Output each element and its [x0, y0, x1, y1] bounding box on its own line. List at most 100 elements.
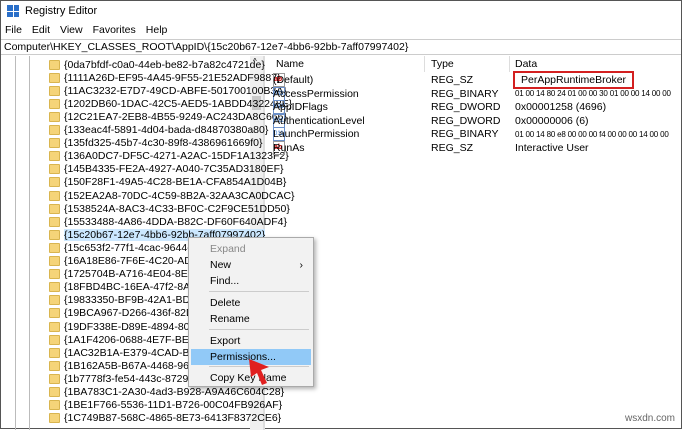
value-data: 0x00001258 (4696): [515, 101, 607, 113]
window-title: Registry Editor: [25, 5, 98, 17]
tree-item-label: {136A0DC7-DF5C-4271-A2AC-15DF1A1323F2}: [64, 150, 289, 163]
value-data: PerAppRuntimeBroker: [512, 71, 635, 89]
menu-help[interactable]: Help: [146, 24, 168, 36]
folder-icon: [49, 282, 60, 293]
address-bar[interactable]: Computer\HKEY_CLASSES_ROOT\AppID\{15c20b…: [1, 39, 681, 55]
tree-item[interactable]: {145B4335-FE2A-4927-A040-7C35AD3180EF}: [49, 163, 284, 176]
menu-item-label: Delete: [210, 297, 241, 309]
tree-item[interactable]: {15c653f2-77f1-4cac-9644-656: [49, 241, 208, 254]
value-type: REG_BINARY: [431, 128, 499, 140]
tree-item[interactable]: {11AC3232-E7D7-49CD-ABFE-501700100B3A}: [49, 84, 287, 97]
folder-icon: [49, 387, 60, 397]
menu-item-delete[interactable]: Delete: [191, 295, 311, 311]
value-type: REG_SZ: [431, 141, 474, 154]
value-name: LaunchPermission: [273, 128, 360, 140]
values-pane: Name Type Data ab (Default) REG_SZ PerAppRu…: [269, 56, 681, 428]
folder-icon: [49, 203, 60, 214]
tree-item-label: {1538524A-8AC3-4C33-BF0C-C2F9CE51DD50}: [64, 202, 290, 215]
value-row[interactable]: ab RunAs REG_SZ Interactive User: [269, 140, 681, 155]
tree-item-label: {12C21EA7-2EB8-4B55-9249-AC243DA8C666}: [64, 110, 287, 123]
tree-item-label: {15c653f2-77f1-4cac-9644-656: [64, 241, 209, 254]
folder-icon: [49, 216, 60, 227]
folder-icon: [49, 373, 60, 384]
folder-icon: [49, 295, 60, 306]
folder-icon: [49, 347, 60, 358]
menu-bar: File Edit View Favorites Help: [1, 21, 681, 39]
folder-icon: [49, 321, 60, 332]
tree-item[interactable]: {1AC32B1A-E379-4CAD-B655-: [49, 346, 211, 359]
tree-item-label: {11AC3232-E7D7-49CD-ABFE-501700100B3A}: [64, 84, 287, 97]
tree-item[interactable]: {12C21EA7-2EB8-4B55-9249-AC243DA8C666}: [49, 110, 287, 123]
value-name: (Default): [273, 74, 314, 86]
value-row[interactable]: 011 AuthenticationLevel REG_DWORD 0x0000000…: [269, 113, 681, 128]
tree-item[interactable]: {0da7bfdf-c0a0-44eb-be82-b7a82c4721de}: [49, 58, 265, 71]
folder-icon: [49, 256, 60, 266]
menu-item-export[interactable]: Export: [191, 333, 311, 349]
menu-item-label: New: [210, 259, 232, 271]
value-type: REG_SZ: [431, 74, 474, 86]
value-type: REG_DWORD: [431, 101, 501, 113]
menu-item-label: Export: [210, 335, 241, 347]
folder-icon: [49, 269, 60, 280]
menu-file[interactable]: File: [5, 24, 22, 36]
tree-item[interactable]: {135fd325-45b7-4c30-89f8-4386961669f0}: [49, 137, 263, 150]
menu-item-label: Find...: [210, 275, 240, 287]
tree-item-label: {135fd325-45b7-4c30-89f8-4386961669f0}: [64, 137, 263, 150]
folder-icon: [49, 242, 60, 253]
folder-icon: [49, 400, 60, 411]
tree-item[interactable]: {152EA2A8-70DC-4C59-8B2A-32AA3CA0DCAC}: [49, 189, 295, 202]
value-name: AccessPermission: [273, 87, 359, 100]
folder-icon: [49, 59, 60, 70]
value-row[interactable]: ab (Default) REG_SZ PerAppRuntimeBroker: [269, 71, 681, 89]
tree-item-label: {1202DB60-1DAC-42C5-AED5-1ABDD432248E}: [64, 97, 293, 110]
tree-item[interactable]: {1b7778f3-fe54-443c-8729-1e7: [49, 372, 209, 385]
tree-item[interactable]: {133eac4f-5891-4d04-bada-d84870380a80}: [49, 124, 268, 137]
value-name: RunAs: [273, 141, 305, 154]
folder-icon: [49, 72, 60, 83]
tree-item-label: {133eac4f-5891-4d04-bada-d84870380a80}: [64, 124, 269, 136]
menu-item-new[interactable]: New ›: [191, 257, 311, 273]
tree-item[interactable]: {1BA783C1-2A30-4ad3-B928-A9A46C604C28}: [49, 386, 284, 399]
tree-item[interactable]: {1202DB60-1DAC-42C5-AED5-1ABDD432248E}: [49, 97, 292, 110]
value-data: 01 00 14 80 24 01 00 00 30 01 00 00 14 0…: [515, 89, 671, 98]
folder-icon: [49, 190, 60, 201]
value-row[interactable]: 011 AccessPermission REG_BINARY 01 00 14 80…: [269, 86, 681, 101]
menu-edit[interactable]: Edit: [32, 24, 50, 36]
tree-item-label: {0da7bfdf-c0a0-44eb-be82-b7a82c4721de}: [64, 58, 265, 71]
menu-item-find[interactable]: Find...: [191, 273, 311, 289]
menu-item-expand[interactable]: Expand: [191, 241, 311, 257]
value-data: 01 00 14 80 e8 00 00 00 f4 00 00 00 14 0…: [515, 129, 669, 139]
menu-item-rename[interactable]: Rename: [191, 311, 311, 327]
folder-icon: [49, 111, 60, 122]
menu-view[interactable]: View: [60, 24, 83, 36]
tree-item[interactable]: {1111A26D-EF95-4A45-9F55-21E52ADF9887}: [49, 71, 281, 84]
chevron-right-icon: ›: [299, 259, 304, 271]
tree-item[interactable]: {19BCA967-D266-436f-82D4-C: [49, 307, 211, 320]
tree-item[interactable]: {15533488-4A86-4DDA-B82C-DF60F640ADF4}: [49, 215, 287, 228]
folder-icon: [49, 334, 60, 345]
tree-item[interactable]: {136A0DC7-DF5C-4271-A2AC-15DF1A1323F2}: [49, 150, 289, 163]
tree-item[interactable]: {1BE1F766-5536-11D1-B726-00C04FB926AF}: [49, 399, 282, 412]
value-row[interactable]: 011 LaunchPermission REG_BINARY 01 00 14 80…: [269, 127, 681, 141]
address-text: Computer\HKEY_CLASSES_ROOT\AppID\{15c20b…: [4, 41, 409, 53]
column-type[interactable]: Type: [431, 56, 454, 72]
folder-icon: [49, 413, 60, 424]
watermark: wsxdn.com: [624, 413, 675, 424]
menu-favorites[interactable]: Favorites: [93, 24, 136, 36]
column-data[interactable]: Data: [515, 56, 537, 72]
value-name: AppIDFlags: [273, 101, 328, 113]
folder-icon: [49, 360, 60, 371]
folder-icon: [49, 164, 60, 175]
menu-separator: [209, 291, 309, 292]
menu-item-label: Expand: [210, 243, 246, 255]
tree-item[interactable]: {1C749B87-568C-4865-8E73-6413F8372CE6}: [49, 412, 281, 425]
registry-editor-icon: [7, 5, 19, 17]
folder-icon: [49, 85, 60, 96]
tree-item-label: {1BA783C1-2A30-4ad3-B928-A9A46C604C28}: [64, 386, 285, 398]
column-name[interactable]: Name: [276, 56, 304, 72]
value-row[interactable]: 011 AppIDFlags REG_DWORD 0x00001258 (4696): [269, 100, 681, 114]
tree-item-label: {150F28F1-49A5-4C28-BE1A-CFA854A1D04B}: [64, 176, 287, 189]
tree-item[interactable]: {1538524A-8AC3-4C33-BF0C-C2F9CE51DD50}: [49, 202, 290, 215]
tree-item-label: {145B4335-FE2A-4927-A040-7C35AD3180EF}: [64, 163, 284, 176]
tree-item[interactable]: {150F28F1-49A5-4C28-BE1A-CFA854A1D04B}: [49, 176, 286, 189]
